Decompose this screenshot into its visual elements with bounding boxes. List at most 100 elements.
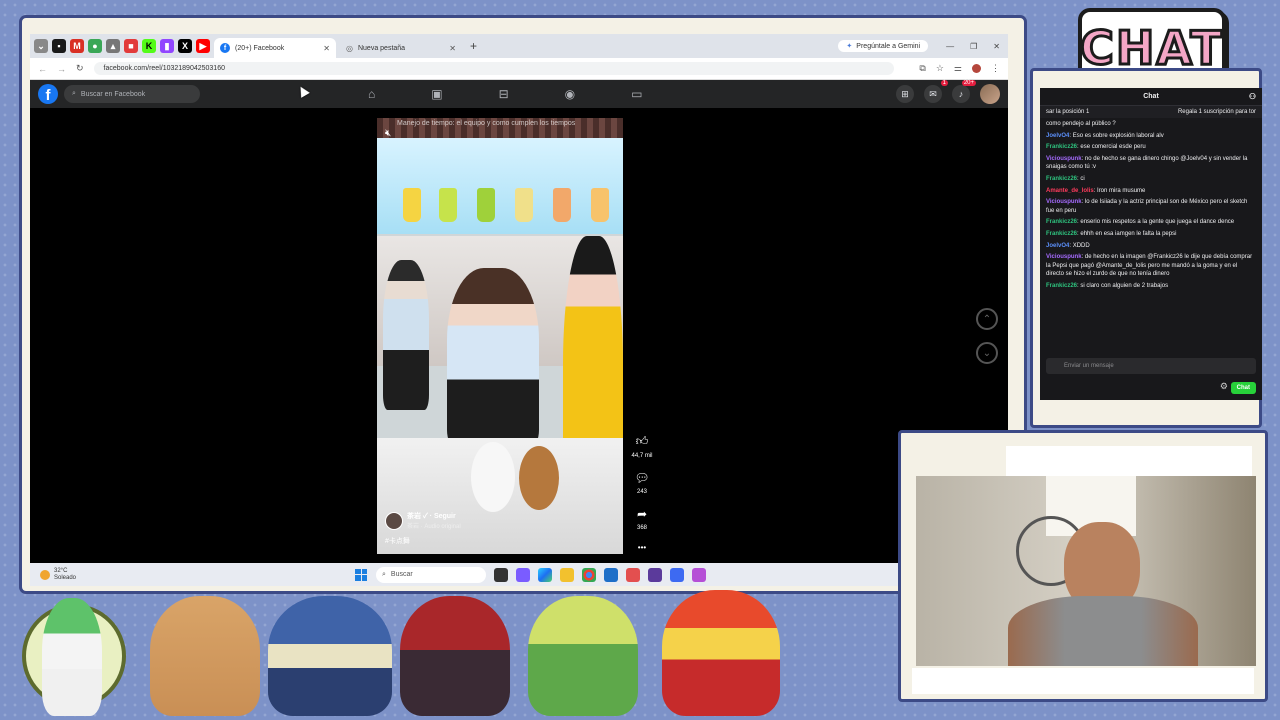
url-field[interactable]: facebook.com/reel/1032189042503160 — [93, 62, 894, 75]
chat-messages: como pendejo al público ? JoelvO4: Eso es… — [1040, 118, 1262, 296]
comment-icon[interactable]: 💬︎ — [634, 471, 649, 485]
teams-icon[interactable] — [516, 567, 530, 582]
gaming-icon[interactable]: ▭ — [631, 87, 642, 101]
next-reel-button[interactable]: ⌄ — [976, 342, 998, 364]
pinned-tab-3-icon[interactable]: ● — [88, 39, 102, 53]
extensions-icon[interactable]: ⚌ — [954, 63, 962, 74]
more-options-icon[interactable]: ••• — [638, 543, 646, 552]
task-view-icon[interactable] — [494, 567, 508, 582]
lucario-figure — [268, 596, 392, 716]
close-window-icon[interactable]: ✕ — [993, 42, 1000, 51]
chat-message: Frankicz26: ci — [1046, 175, 1256, 184]
taskbar-apps — [494, 567, 706, 582]
chat-message-input[interactable]: Enviar un mensaje — [1046, 358, 1256, 374]
bookmark-star-icon[interactable]: ☆ — [936, 63, 944, 74]
close-tab-icon[interactable]: ✕ — [449, 44, 456, 53]
menu-kebab-icon[interactable]: ⋮ — [991, 63, 1000, 74]
install-icon[interactable]: ⧉ — [919, 63, 925, 74]
pinned-tab-5-icon[interactable]: ■ — [124, 39, 138, 53]
messenger-icon[interactable]: ✉ 1 — [924, 80, 948, 103]
author-avatar[interactable] — [385, 511, 403, 530]
gmail-tab-icon[interactable]: M — [70, 39, 84, 53]
back-icon[interactable]: ← — [38, 64, 47, 74]
pokemon-decoration-strip — [0, 588, 900, 720]
reel-author[interactable]: 茶岩 ✓ · Seguir 茶岩 · Audio original — [385, 511, 461, 530]
comment-count: 243 — [636, 489, 647, 495]
author-name-follow[interactable]: 茶岩 ✓ · Seguir — [407, 511, 461, 521]
chat-message: Viciouspunk: lo de Isiiada y la actriz p… — [1046, 198, 1256, 215]
chat-username[interactable]: Frankicz26 — [1046, 219, 1077, 225]
pinned-right: Regala 1 suscripción para tor — [1177, 109, 1256, 115]
pinned-left: sar la posición 1 — [1046, 109, 1090, 115]
weather-widget[interactable]: 32°C Soleado — [40, 568, 76, 582]
gear-icon[interactable]: ⚙ — [1220, 381, 1228, 392]
chat-username[interactable]: Viciouspunk — [1046, 199, 1082, 205]
forward-icon[interactable]: → — [57, 64, 66, 74]
account-avatar[interactable] — [980, 84, 1000, 104]
file-explorer-icon[interactable] — [560, 567, 574, 582]
reel-hashtag[interactable]: #卡点舞 — [385, 536, 410, 546]
chat-username[interactable]: Frankicz26 — [1046, 144, 1077, 150]
audio-label[interactable]: 茶岩 · Audio original — [407, 521, 461, 530]
home-icon[interactable]: ⌂ — [368, 87, 375, 101]
facebook-logo-icon[interactable]: f — [38, 84, 58, 104]
mute-icon[interactable]: 🔇︎ — [385, 128, 391, 139]
store-icon[interactable] — [604, 567, 618, 582]
minimize-icon[interactable]: — — [946, 42, 954, 51]
restore-icon[interactable]: ❐ — [970, 42, 977, 51]
chat-username[interactable]: JoelvO4 — [1046, 243, 1069, 249]
chat-username[interactable]: Amante_de_lolis — [1046, 188, 1094, 194]
edge-icon[interactable] — [538, 567, 552, 582]
app-icon-10[interactable] — [692, 567, 706, 582]
chat-username[interactable]: JoelvO4 — [1046, 133, 1069, 139]
chat-username[interactable]: Frankicz26 — [1046, 176, 1077, 182]
chat-send-button[interactable]: Chat — [1230, 382, 1256, 394]
tab-label: (20+) Facebook — [235, 44, 285, 52]
chat-pinned-bar[interactable]: sar la posición 1 Regala 1 suscripción p… — [1040, 106, 1262, 118]
chat-message: Frankicz26: ese comercial esde peru — [1046, 143, 1256, 152]
chat-message: Frankicz26: si claro con alguien de 2 tr… — [1046, 282, 1256, 291]
share-icon[interactable]: ➦ — [637, 507, 647, 521]
video-icon[interactable]: ▣ — [431, 87, 442, 101]
marketplace-icon[interactable]: ⊟ — [499, 87, 509, 101]
twitch-tab-icon[interactable]: ▮ — [160, 39, 174, 53]
groups-icon[interactable]: ◉ — [565, 87, 575, 101]
windows-start-icon[interactable] — [355, 568, 367, 581]
reload-icon[interactable]: ↻ — [76, 63, 84, 74]
facebook-search-input[interactable]: ⌕ Buscar en Facebook — [64, 85, 200, 103]
tab-list-icon[interactable]: ⌄ — [34, 39, 48, 53]
x-tab-icon[interactable]: X — [178, 39, 192, 53]
tab-bar: ⌄ ▪ M ● ▴ ■ K ▮ X ▶ f (20+) Facebook ✕ ◎… — [30, 34, 1008, 58]
chat-username[interactable]: Frankicz26 — [1046, 283, 1077, 289]
pinned-tab-1-icon[interactable]: ▪ — [52, 39, 66, 53]
weather-temp: 32°C — [54, 567, 68, 574]
like-icon[interactable]: 👍︎ — [636, 434, 649, 449]
profile-avatar[interactable] — [972, 64, 981, 73]
kick-tab-icon[interactable]: K — [142, 39, 156, 53]
search-placeholder: Buscar en Facebook — [80, 90, 146, 98]
menu-grid-icon[interactable]: ⊞ — [896, 85, 914, 103]
chat-username[interactable]: Frankicz26 — [1046, 231, 1077, 237]
reel-video[interactable]: Manejo de tiempo: el equipo y como cumpl… — [377, 118, 623, 554]
new-tab-button[interactable]: + — [470, 39, 477, 53]
reel-overlay-text: Manejo de tiempo: el equipo y como cumpl… — [397, 120, 576, 127]
youtube-tab-icon[interactable]: ▶ — [196, 39, 210, 53]
chat-username[interactable]: Viciouspunk — [1046, 254, 1082, 260]
obs-icon[interactable] — [626, 567, 640, 582]
taskbar-search[interactable]: ⌕ Buscar — [376, 566, 486, 583]
discord-icon[interactable] — [670, 567, 684, 582]
app-icon-8[interactable] — [648, 567, 662, 582]
chrome-taskbar-icon[interactable] — [582, 567, 596, 582]
tab-new-tab[interactable]: ◎ Nueva pestaña ✕ — [340, 38, 462, 58]
notifications-bell-icon[interactable]: ♪ 20+ — [952, 80, 976, 103]
tab-facebook[interactable]: f (20+) Facebook ✕ — [214, 38, 336, 58]
chat-username[interactable]: Viciouspunk — [1046, 156, 1082, 162]
previous-reel-button[interactable]: ⌃ — [976, 308, 998, 330]
users-icon[interactable]: ⚇ — [1249, 92, 1256, 101]
close-tab-icon[interactable]: ✕ — [323, 44, 330, 53]
delphox-figure — [662, 590, 780, 716]
pinned-tab-4-icon[interactable]: ▴ — [106, 39, 120, 53]
gemini-button[interactable]: ✦ Pregúntale a Gemini — [838, 40, 929, 52]
chat-text: : Iron mira musume — [1093, 187, 1146, 194]
chat-input-placeholder: Enviar un mensaje — [1064, 363, 1114, 369]
